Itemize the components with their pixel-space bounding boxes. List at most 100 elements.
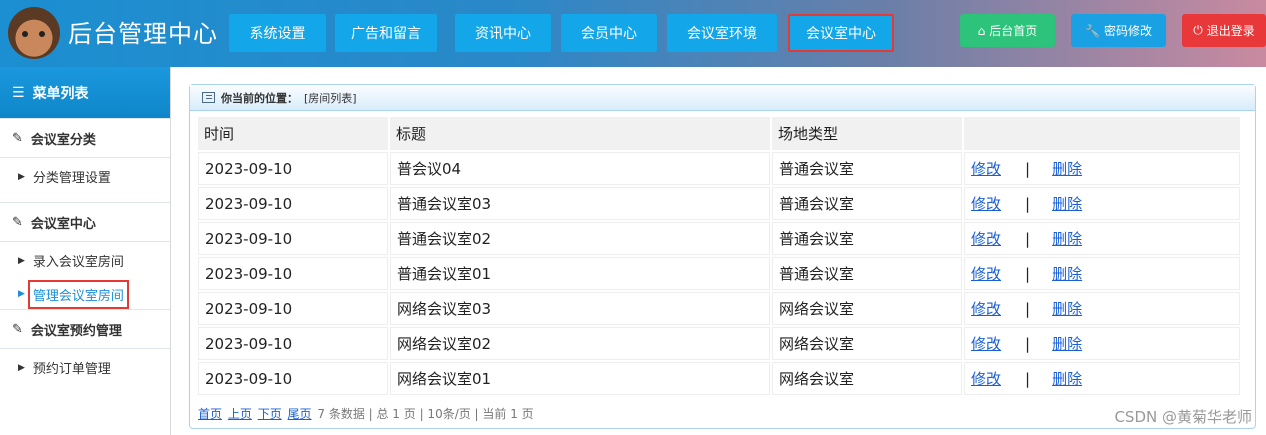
- caret-right-icon: ▶: [18, 255, 25, 266]
- app-title: 后台管理中心: [68, 20, 218, 48]
- sidebar-group-booking-management[interactable]: ✎ 会议室预约管理: [0, 309, 170, 349]
- caret-right-icon: ▶: [18, 171, 25, 182]
- top-header: 后台管理中心 系统设置 广告和留言 资讯中心 会员中心 会议室环境 会议室中心 …: [0, 0, 1266, 67]
- cell-actions: 修改 | 删除: [964, 292, 1240, 325]
- cell-title: 网络会议室03: [390, 292, 770, 325]
- logo-avatar: [8, 7, 60, 59]
- home-button[interactable]: ⌂ 后台首页: [960, 14, 1055, 47]
- delete-link[interactable]: 删除: [1052, 195, 1082, 213]
- sidebar-group-label: 会议室预约管理: [30, 323, 122, 339]
- cell-actions: 修改 | 删除: [964, 327, 1240, 360]
- nav-ads-messages[interactable]: 广告和留言: [335, 14, 437, 52]
- cell-date: 2023-09-10: [198, 362, 388, 395]
- sidebar-group-room-category[interactable]: ✎ 会议室分类: [0, 118, 170, 158]
- action-separator: |: [1025, 265, 1031, 283]
- pager-next-link[interactable]: 下页: [258, 407, 282, 421]
- cell-date: 2023-09-10: [198, 292, 388, 325]
- cell-actions: 修改 | 删除: [964, 187, 1240, 220]
- sidebar-title: 菜单列表: [32, 85, 89, 102]
- delete-link[interactable]: 删除: [1052, 370, 1082, 388]
- cell-date: 2023-09-10: [198, 327, 388, 360]
- table-row: 2023-09-10 普通会议室03 普通会议室 修改 | 删除: [198, 187, 1240, 220]
- nav-news-center[interactable]: 资讯中心: [455, 14, 551, 52]
- column-header-time: 时间: [198, 117, 388, 150]
- column-header-actions: [964, 117, 1240, 150]
- table-row: 2023-09-10 普通会议室01 普通会议室 修改 | 删除: [198, 257, 1240, 290]
- edit-link[interactable]: 修改: [971, 160, 1001, 178]
- cell-venue-type: 普通会议室: [772, 187, 962, 220]
- sidebar-item-label: 录入会议室房间: [32, 255, 124, 270]
- edit-icon: ✎: [12, 214, 23, 230]
- pager-last-link[interactable]: 尾页: [288, 407, 312, 421]
- sidebar-item-label: 管理会议室房间: [27, 279, 129, 309]
- delete-link[interactable]: 删除: [1052, 265, 1082, 283]
- nav-room-environment[interactable]: 会议室环境: [667, 14, 777, 52]
- edit-link[interactable]: 修改: [971, 265, 1001, 283]
- nav-member-center[interactable]: 会员中心: [561, 14, 657, 52]
- logout-button[interactable]: ⏻ 退出登录: [1182, 14, 1266, 47]
- cell-title: 网络会议室01: [390, 362, 770, 395]
- edit-link[interactable]: 修改: [971, 195, 1001, 213]
- pagination: 首页 上页 下页 尾页 7 条数据 | 总 1 页 | 10条/页 | 当前 1…: [198, 405, 534, 422]
- cell-venue-type: 网络会议室: [772, 327, 962, 360]
- table-row: 2023-09-10 普通会议室02 普通会议室 修改 | 删除: [198, 222, 1240, 255]
- password-button-label: 密码修改: [1103, 24, 1152, 38]
- action-separator: |: [1025, 195, 1031, 213]
- breadcrumb: 你当前的位置： [房间列表]: [190, 85, 1255, 111]
- cell-title: 普通会议室02: [390, 222, 770, 255]
- cell-actions: 修改 | 删除: [964, 152, 1240, 185]
- sidebar-group-label: 会议室中心: [30, 216, 96, 232]
- edit-link[interactable]: 修改: [971, 300, 1001, 318]
- cell-date: 2023-09-10: [198, 257, 388, 290]
- cell-date: 2023-09-10: [198, 222, 388, 255]
- caret-right-icon: ▶: [18, 289, 25, 299]
- rooms-table: 时间 标题 场地类型 2023-09-10 普会议04 普通会议室 修改 | 删除 2023…: [196, 115, 1242, 397]
- delete-link[interactable]: 删除: [1052, 335, 1082, 353]
- sidebar-group-room-center[interactable]: ✎ 会议室中心: [0, 202, 170, 242]
- cell-actions: 修改 | 删除: [964, 362, 1240, 395]
- cell-actions: 修改 | 删除: [964, 222, 1240, 255]
- delete-link[interactable]: 删除: [1052, 300, 1082, 318]
- list-icon: ☰: [12, 84, 25, 101]
- sidebar-item-add-room[interactable]: ▶ 录入会议室房间: [0, 242, 170, 279]
- table-row: 2023-09-10 网络会议室01 网络会议室 修改 | 删除: [198, 362, 1240, 395]
- logout-button-label: 退出登录: [1206, 24, 1255, 38]
- power-icon: ⏻: [1193, 23, 1203, 37]
- table-row: 2023-09-10 普会议04 普通会议室 修改 | 删除: [198, 152, 1240, 185]
- delete-link[interactable]: 删除: [1052, 160, 1082, 178]
- home-button-label: 后台首页: [989, 24, 1038, 38]
- nav-system-settings[interactable]: 系统设置: [229, 14, 326, 52]
- sidebar-item-label: 分类管理设置: [32, 171, 111, 186]
- sidebar-item-booking-orders[interactable]: ▶ 预约订单管理: [0, 349, 170, 386]
- edit-icon: ✎: [12, 130, 23, 146]
- table-header-row: 时间 标题 场地类型: [198, 117, 1240, 150]
- column-header-venue-type: 场地类型: [772, 117, 962, 150]
- cell-venue-type: 普通会议室: [772, 222, 962, 255]
- sidebar: ☰ 菜单列表 ✎ 会议室分类 ▶ 分类管理设置 ✎ 会议室中心 ▶ 录入会议室房…: [0, 67, 171, 435]
- sidebar-item-label: 预约订单管理: [32, 362, 111, 377]
- cell-venue-type: 网络会议室: [772, 292, 962, 325]
- edit-link[interactable]: 修改: [971, 335, 1001, 353]
- sidebar-item-manage-rooms[interactable]: ▶ 管理会议室房间: [0, 279, 170, 309]
- action-separator: |: [1025, 300, 1031, 318]
- action-separator: |: [1025, 230, 1031, 248]
- pager-prev-link[interactable]: 上页: [228, 407, 252, 421]
- sidebar-header: ☰ 菜单列表: [0, 67, 170, 118]
- action-separator: |: [1025, 370, 1031, 388]
- sidebar-item-category-settings[interactable]: ▶ 分类管理设置: [0, 158, 170, 195]
- nav-room-center[interactable]: 会议室中心: [788, 14, 894, 52]
- cell-title: 普通会议室03: [390, 187, 770, 220]
- pager-first-link[interactable]: 首页: [198, 407, 222, 421]
- cell-venue-type: 网络会议室: [772, 362, 962, 395]
- document-icon: [202, 92, 215, 103]
- cell-venue-type: 普通会议室: [772, 152, 962, 185]
- edit-icon: ✎: [12, 321, 23, 337]
- delete-link[interactable]: 删除: [1052, 230, 1082, 248]
- password-button[interactable]: 🔧 密码修改: [1071, 14, 1166, 47]
- edit-link[interactable]: 修改: [971, 230, 1001, 248]
- cell-date: 2023-09-10: [198, 187, 388, 220]
- content-panel: 你当前的位置： [房间列表] 时间 标题 场地类型 2023-09-10 普会议0…: [189, 84, 1256, 429]
- cell-venue-type: 普通会议室: [772, 257, 962, 290]
- edit-link[interactable]: 修改: [971, 370, 1001, 388]
- cell-actions: 修改 | 删除: [964, 257, 1240, 290]
